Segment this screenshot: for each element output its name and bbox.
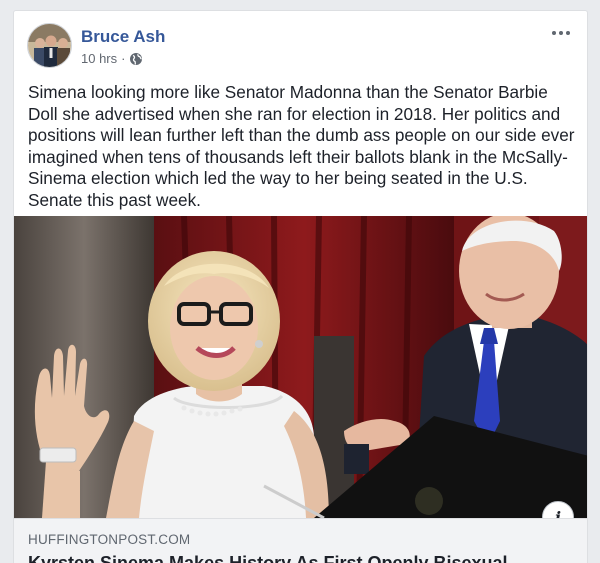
meta-separator: · bbox=[121, 51, 126, 66]
post-card: Bruce Ash 10 hrs · Simena looking more l… bbox=[13, 10, 588, 563]
author-name-link[interactable]: Bruce Ash bbox=[81, 27, 165, 47]
author-avatar[interactable] bbox=[27, 23, 72, 68]
post-meta: 10 hrs · bbox=[81, 51, 143, 66]
link-domain: HUFFINGTONPOST.COM bbox=[28, 532, 191, 547]
link-title[interactable]: Kyrsten Sinema Makes History As First Op… bbox=[28, 553, 508, 563]
link-preview-image[interactable] bbox=[14, 216, 587, 518]
post-header: Bruce Ash 10 hrs · bbox=[14, 11, 587, 81]
more-horizontal-icon[interactable] bbox=[549, 25, 573, 41]
avatar-photo bbox=[28, 24, 71, 67]
post-message: Simena looking more like Senator Madonna… bbox=[28, 82, 575, 210]
post-timestamp[interactable]: 10 hrs bbox=[81, 51, 117, 66]
globe-icon[interactable] bbox=[129, 52, 143, 66]
link-preview-footer[interactable]: HUFFINGTONPOST.COM Kyrsten Sinema Makes … bbox=[14, 518, 587, 563]
